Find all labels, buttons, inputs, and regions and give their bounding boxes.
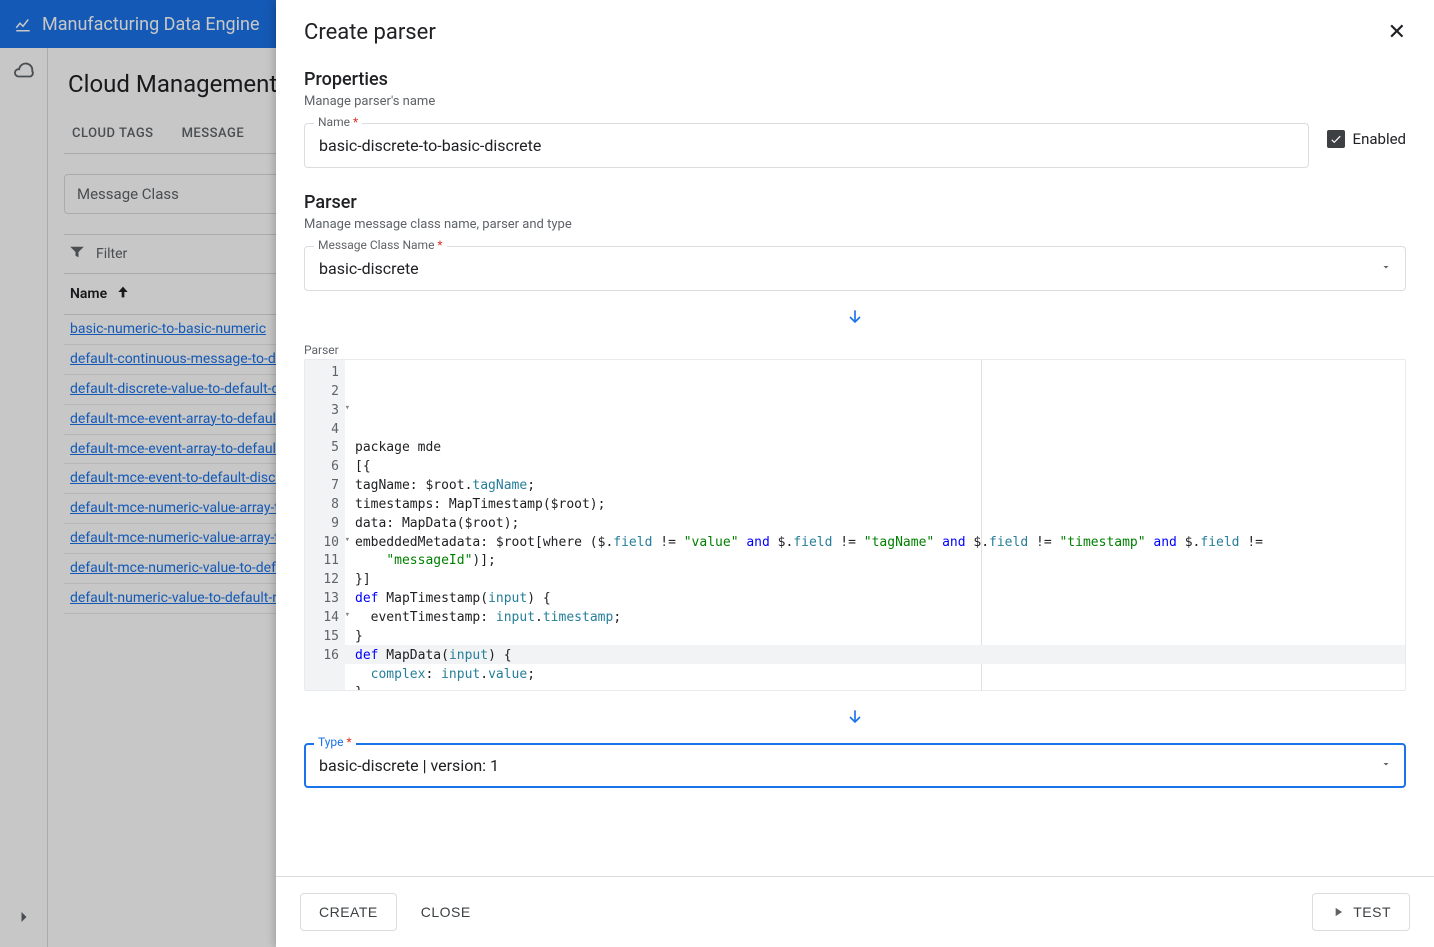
message-class-select[interactable] — [304, 246, 1406, 291]
type-field-label: Type * — [314, 735, 356, 749]
parser-heading: Parser — [304, 192, 1406, 213]
parser-editor-label: Parser — [304, 343, 1406, 357]
name-input[interactable] — [304, 123, 1309, 168]
close-button[interactable]: CLOSE — [415, 894, 477, 930]
create-button[interactable]: CREATE — [300, 893, 397, 931]
enabled-label: Enabled — [1353, 130, 1406, 148]
name-field-label: Name * — [314, 115, 362, 129]
editor-gutter: 12345678910111213141516 — [305, 360, 345, 690]
parser-sub: Manage message class name, parser and ty… — [304, 217, 1406, 232]
editor-code[interactable]: package mde[{tagName: $root.tagName;time… — [345, 360, 1405, 690]
test-button[interactable]: TEST — [1312, 893, 1410, 931]
parser-code-editor[interactable]: 12345678910111213141516 package mde[{tag… — [304, 359, 1406, 691]
arrow-down-icon — [304, 707, 1406, 727]
play-icon — [1331, 905, 1345, 919]
dialog-footer: CREATE CLOSE TEST — [276, 876, 1434, 947]
create-parser-dialog: Create parser ✕ Properties Manage parser… — [276, 0, 1434, 947]
type-select[interactable] — [304, 743, 1406, 788]
enabled-checkbox[interactable] — [1327, 130, 1345, 148]
close-icon[interactable]: ✕ — [1388, 22, 1406, 44]
properties-sub: Manage parser's name — [304, 94, 1406, 109]
arrow-down-icon — [304, 307, 1406, 327]
message-class-label: Message Class Name * — [314, 238, 447, 252]
dialog-title: Create parser — [304, 20, 436, 45]
properties-heading: Properties — [304, 69, 1406, 90]
